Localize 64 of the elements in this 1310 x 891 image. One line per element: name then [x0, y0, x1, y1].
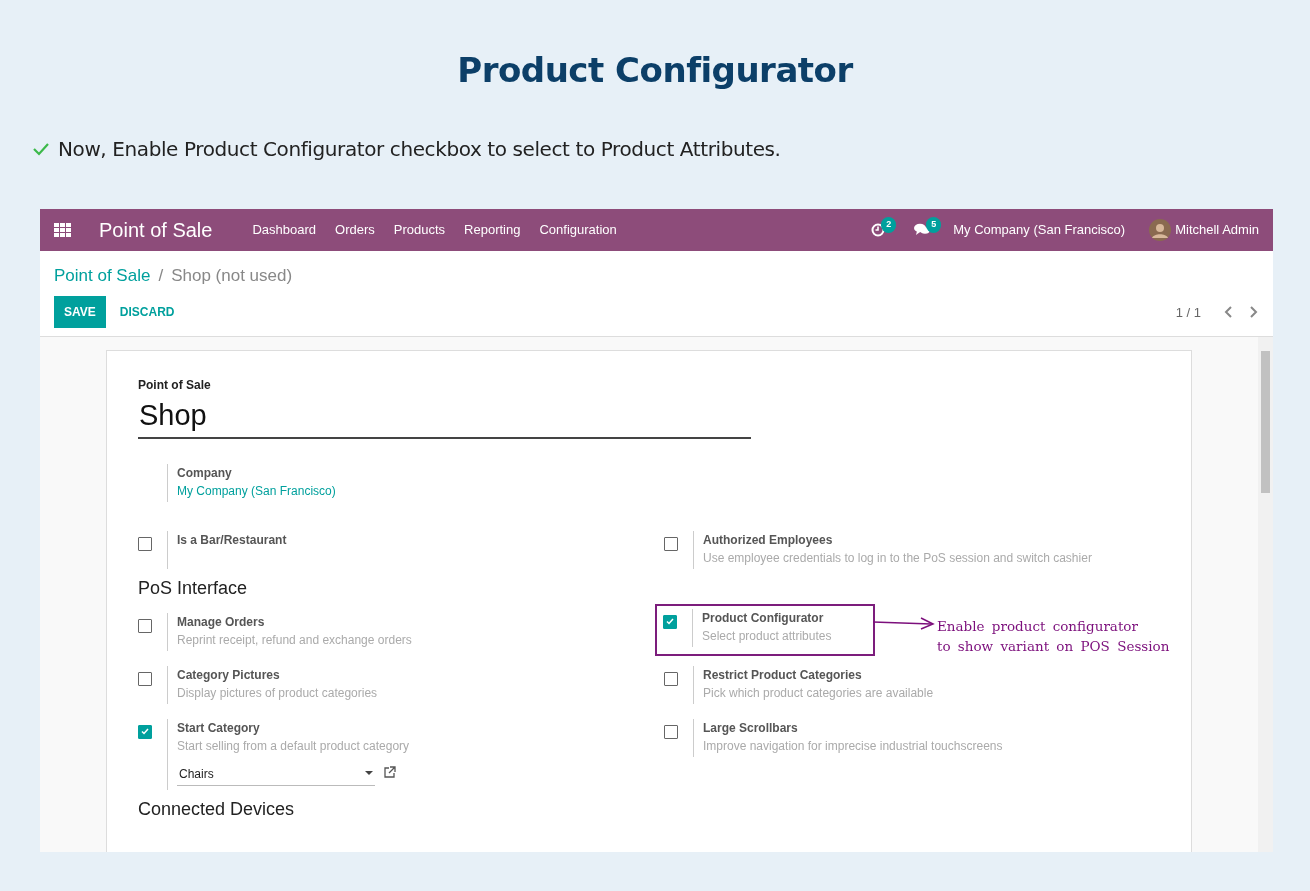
scrollbar-thumb[interactable]: [1261, 351, 1270, 494]
setting-title: Authorized Employees: [703, 532, 834, 550]
menu-item[interactable]: Configuration: [539, 220, 617, 240]
setting-description: Improve navigation for imprecise industrial touchscreens: [703, 737, 1003, 755]
setting-title: Manage Orders: [177, 613, 266, 631]
breadcrumb-separator: /: [158, 264, 164, 287]
setting-title: Category Pictures: [177, 666, 281, 684]
company-switcher[interactable]: My Company (San Francisco): [953, 220, 1126, 240]
setting-description: Select product attributes: [702, 627, 832, 645]
scrollbar[interactable]: [1258, 337, 1273, 852]
next-icon[interactable]: [1247, 305, 1259, 320]
checkmark-icon: [666, 618, 674, 626]
breadcrumb-link[interactable]: Point of Sale: [54, 262, 151, 289]
setting-title: Restrict Product Categories: [703, 666, 863, 684]
caret-icon: [365, 771, 373, 777]
annotation-text: Enable product configurator to show variant on POS Session: [937, 616, 1170, 656]
checkbox[interactable]: [138, 724, 152, 739]
app-name[interactable]: Point of Sale: [99, 214, 213, 245]
field-label: Point of Sale: [138, 377, 212, 395]
slide-title: Product Configurator: [456, 49, 855, 91]
chat-icon[interactable]: [914, 223, 931, 237]
checkbox[interactable]: [138, 671, 152, 686]
setting-description: Pick which product categories are available: [703, 684, 934, 702]
check-icon: [32, 141, 50, 156]
checkbox[interactable]: [663, 614, 677, 629]
setting-title: Large Scrollbars: [703, 719, 799, 737]
category-select[interactable]: Chairs: [177, 762, 375, 786]
setting-description: Start selling from a default product category: [177, 737, 410, 755]
menu-item[interactable]: Orders: [335, 220, 375, 240]
pager-text: 1 / 1: [1175, 303, 1201, 322]
menu-item[interactable]: Reporting: [464, 220, 521, 240]
section-heading: Connected Devices: [138, 798, 296, 821]
activity-count-badge: 2: [881, 217, 897, 233]
setting-description: Use employee credentials to log in to the PoS session and switch cashier: [703, 550, 1092, 568]
menu-item[interactable]: Products: [393, 220, 446, 240]
user-menu[interactable]: Mitchell Admin: [1175, 220, 1259, 240]
clock-icon[interactable]: [871, 222, 886, 237]
name-field[interactable]: Shop: [138, 398, 751, 440]
checkbox[interactable]: [138, 537, 152, 552]
breadcrumb-current: Shop (not used): [171, 264, 293, 287]
field-label: Company: [177, 465, 233, 483]
checkbox[interactable]: [664, 537, 678, 552]
previous-icon[interactable]: [1223, 305, 1235, 320]
checkmark-icon: [141, 728, 149, 736]
arrow-icon: [873, 615, 935, 630]
discard-button[interactable]: DISCARD: [109, 296, 185, 329]
message-count-badge: 5: [926, 217, 942, 233]
checkbox[interactable]: [138, 618, 152, 633]
checkbox[interactable]: [664, 724, 678, 739]
company-link[interactable]: My Company (San Francisco): [177, 482, 1160, 501]
section-heading: PoS Interface: [138, 578, 249, 600]
save-button[interactable]: SAVE: [54, 296, 106, 329]
menu-item[interactable]: Dashboard: [252, 220, 317, 240]
instruction-text: Now, Enable Product Configurator checkbox to select to Product Attributes.: [58, 135, 781, 163]
setting-description: Display pictures of product categories: [177, 684, 378, 702]
setting-title: Start Category: [177, 719, 261, 737]
external-link-icon[interactable]: [383, 765, 396, 779]
setting-title: Product Configurator: [702, 609, 825, 627]
apps-menu-icon[interactable]: [54, 222, 71, 237]
setting-title: Is a Bar/Restaurant: [177, 532, 287, 550]
checkbox[interactable]: [664, 671, 678, 686]
avatar[interactable]: [1149, 218, 1172, 241]
select-value: Chairs: [179, 765, 214, 783]
setting-description: Reprint receipt, refund and exchange orders: [177, 631, 412, 649]
